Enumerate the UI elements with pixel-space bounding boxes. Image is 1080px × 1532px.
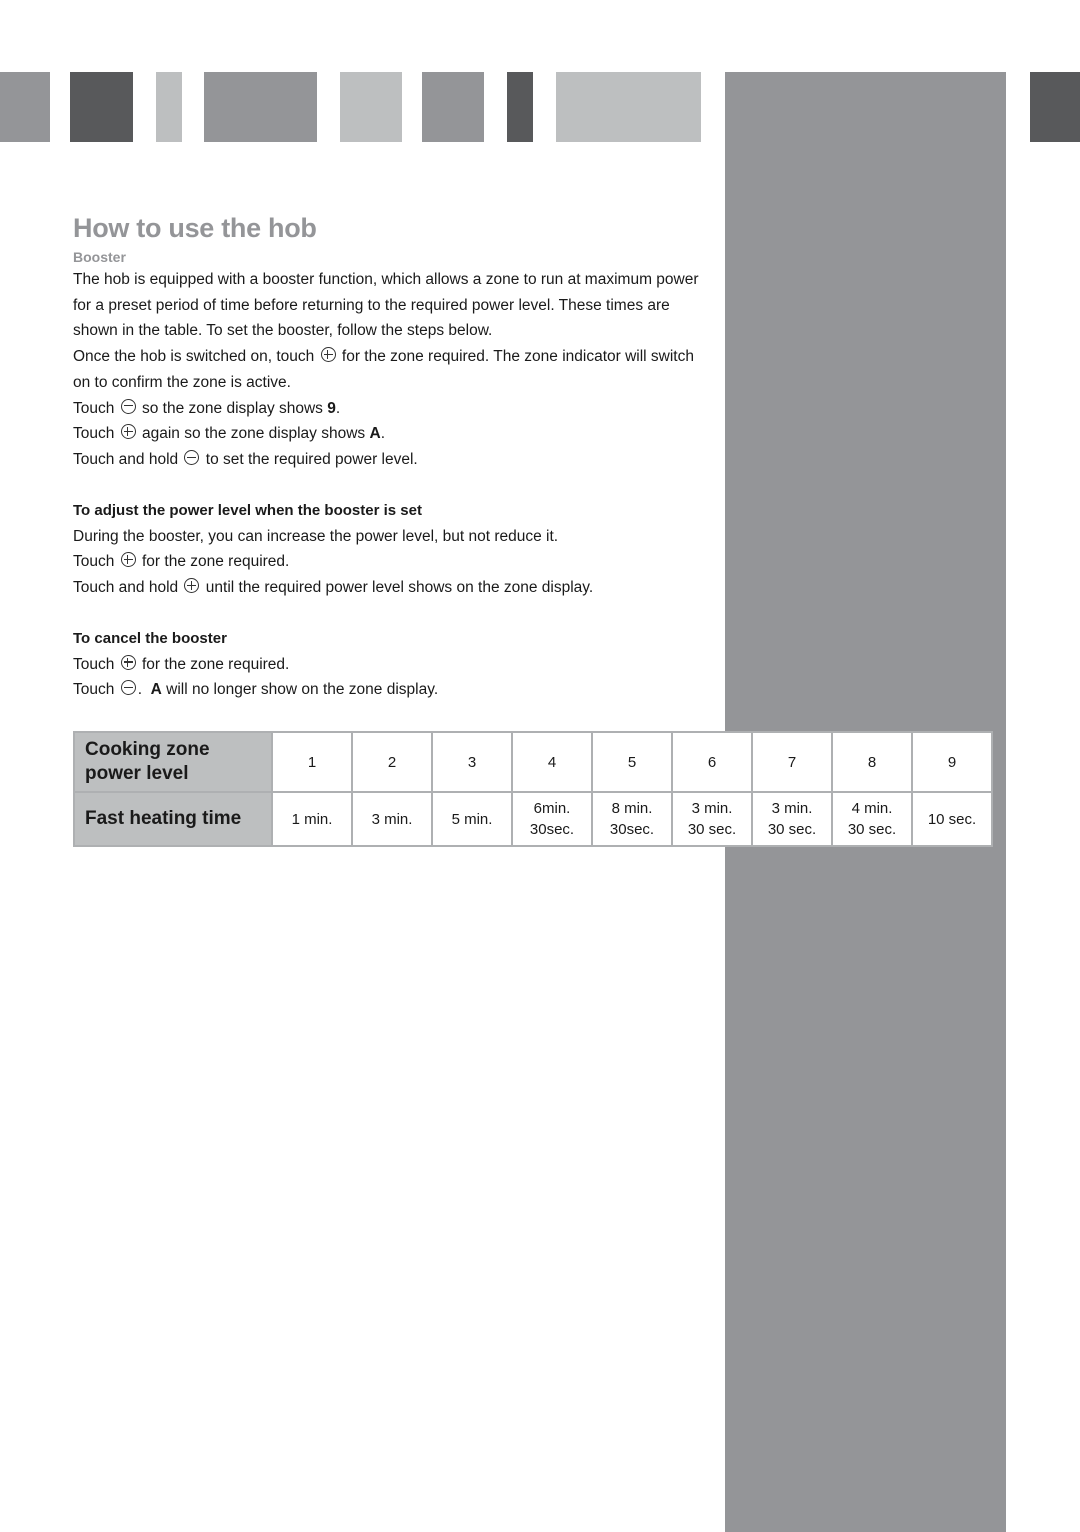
page-title: How to use the hob (73, 213, 317, 243)
level-cell: 4 (511, 731, 593, 793)
text: will no longer show on the zone display. (166, 681, 439, 699)
text: for the zone required. (142, 655, 290, 673)
time-cell: 1 min. (271, 791, 353, 847)
time-cell: 3 min. 30 sec. (751, 791, 833, 847)
text: . (380, 425, 385, 443)
level-cell: 6 (671, 731, 753, 793)
display-value: A (150, 681, 162, 699)
main-content: How to use the hob Booster The hob is eq… (73, 210, 713, 703)
display-value: 9 (327, 399, 336, 417)
section-subtitle: Booster (73, 249, 126, 265)
minus-circle-icon (120, 398, 136, 414)
plus-circle-icon (120, 552, 136, 568)
text: Touch (73, 681, 115, 699)
display-value: A (369, 425, 381, 443)
plus-circle-icon (120, 424, 136, 440)
text: Touch (73, 399, 115, 417)
level-cell: 3 (431, 731, 513, 793)
text: 3 min. (371, 810, 413, 828)
cancel-line-2: Touch . A will no longer show on the zon… (73, 677, 713, 703)
plus-circle-icon (184, 578, 200, 594)
cancel-heading: To cancel the booster (73, 629, 227, 647)
text: Touch (73, 425, 115, 443)
time-cell: 10 sec. (911, 791, 993, 847)
level-cell: 2 (351, 731, 433, 793)
text: until the required power level shows on … (205, 579, 594, 597)
text: Touch (73, 655, 115, 673)
text: power level (85, 763, 189, 784)
text: 10 sec. (927, 810, 977, 828)
text: 30 sec. (847, 821, 897, 838)
header-block (422, 72, 484, 142)
header-block (556, 72, 701, 142)
row-header-heating-time: Fast heating time (73, 791, 273, 847)
header-block (1030, 72, 1080, 142)
time-cell: 6min. 30sec. (511, 791, 593, 847)
time-cell: 4 min. 30 sec. (831, 791, 913, 847)
adjust-heading: To adjust the power level when the boost… (73, 501, 422, 519)
table-row-power-level: Cooking zone power level 1 2 3 4 5 6 7 8 … (73, 731, 993, 793)
adjust-line-2: Touch for the zone required. (73, 549, 713, 575)
level-cell: 9 (911, 731, 993, 793)
plus-circle-icon (120, 654, 136, 670)
step-4: Touch and hold to set the required power… (73, 447, 713, 473)
text: to set the required power level. (205, 450, 418, 468)
text: 3 min. (771, 800, 813, 817)
text: 3 min. (691, 800, 733, 817)
text: 1 min. (291, 810, 333, 828)
time-cell: 8 min. 30sec. (591, 791, 673, 847)
text: . (335, 399, 341, 417)
booster-times-table: Cooking zone power level 1 2 3 4 5 6 7 8 … (73, 731, 993, 847)
text: 6min. (533, 800, 571, 817)
intro-paragraph: The hob is equipped with a booster funct… (73, 271, 699, 340)
plus-circle-icon (320, 347, 336, 363)
step-2: Touch so the zone display shows 9. (73, 396, 713, 422)
header-block (0, 72, 50, 142)
text: 8 min. (611, 800, 653, 817)
adjust-line-3: Touch and hold until the required power … (73, 575, 713, 601)
time-cell: 3 min. (351, 791, 433, 847)
adjust-line-1: During the booster, you can increase the… (73, 527, 559, 545)
text: 5 min. (451, 810, 493, 828)
level-cell: 8 (831, 731, 913, 793)
level-cell: 1 (271, 731, 353, 793)
text: . (137, 681, 142, 699)
header-block (204, 72, 317, 142)
text: Touch (73, 553, 115, 571)
text: Touch and hold (73, 579, 179, 597)
level-cell: 5 (591, 731, 673, 793)
level-cell: 7 (751, 731, 833, 793)
header-block (507, 72, 533, 142)
minus-circle-icon (120, 680, 136, 696)
text: Cooking zone (85, 739, 210, 760)
text: again so the zone display shows (142, 425, 366, 443)
header-block (70, 72, 133, 142)
time-cell: 3 min. 30 sec. (671, 791, 753, 847)
text: so the zone display shows (142, 399, 323, 417)
time-cell: 5 min. (431, 791, 513, 847)
text: 30 sec. (767, 821, 817, 838)
table-row-heating-time: Fast heating time 1 min. 3 min. 5 min. 6… (73, 791, 993, 847)
text: 30sec. (529, 821, 575, 838)
text: 4 min. (851, 800, 893, 817)
header-block (340, 72, 402, 142)
cancel-line-1: Touch for the zone required. (73, 652, 713, 678)
step-1: Once the hob is switched on, touch for t… (73, 344, 713, 395)
text: Once the hob is switched on, touch (73, 348, 315, 366)
row-header-power-level: Cooking zone power level (73, 731, 273, 793)
text: 30sec. (609, 821, 655, 838)
text: Touch and hold (73, 450, 179, 468)
minus-circle-icon (184, 449, 200, 465)
step-3: Touch again so the zone display shows A. (73, 421, 713, 447)
header-block (156, 72, 182, 142)
text: 30 sec. (687, 821, 737, 838)
text: for the zone required. (142, 553, 290, 571)
